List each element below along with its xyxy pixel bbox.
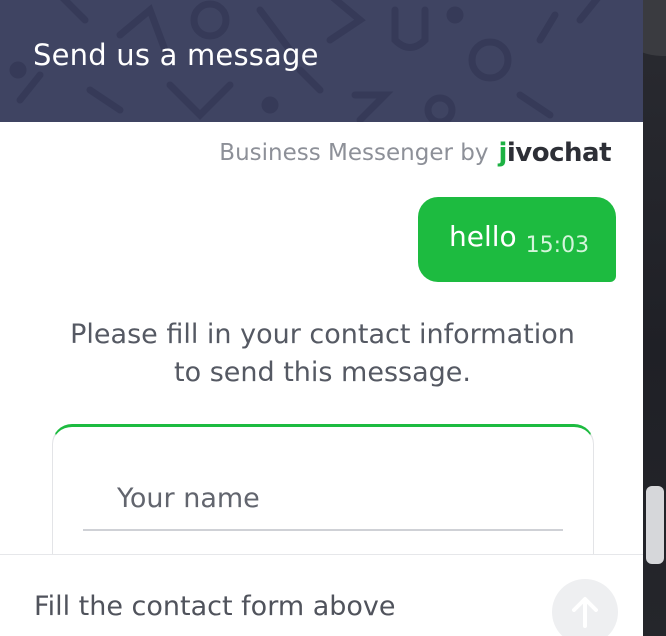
footer-status-text: Fill the contact form above [34,591,396,622]
contact-form [52,424,594,574]
send-button[interactable] [552,579,618,636]
jivochat-logo-text: ivochat [506,138,612,168]
arrow-up-icon [572,597,598,628]
branding-line: Business Messenger by jivochat [219,138,611,168]
message-time: 15:03 [525,233,590,258]
header-title: Send us a message [33,38,319,72]
chat-footer: Fill the contact form above [0,554,643,636]
jivochat-logo[interactable]: jivochat [498,138,611,168]
message-text: hello [449,220,517,253]
jivochat-logo-letter: j [498,138,507,168]
message-bubble: hello 15:03 [418,197,616,282]
chat-header: Send us a message [0,0,643,122]
branding-text: Business Messenger by [219,140,489,166]
chat-widget: Send us a message Business Messenger by … [0,0,643,636]
host-page-side-tab[interactable] [646,486,664,564]
name-input[interactable] [83,475,563,531]
contact-prompt: Please fill in your contact information … [70,319,575,388]
